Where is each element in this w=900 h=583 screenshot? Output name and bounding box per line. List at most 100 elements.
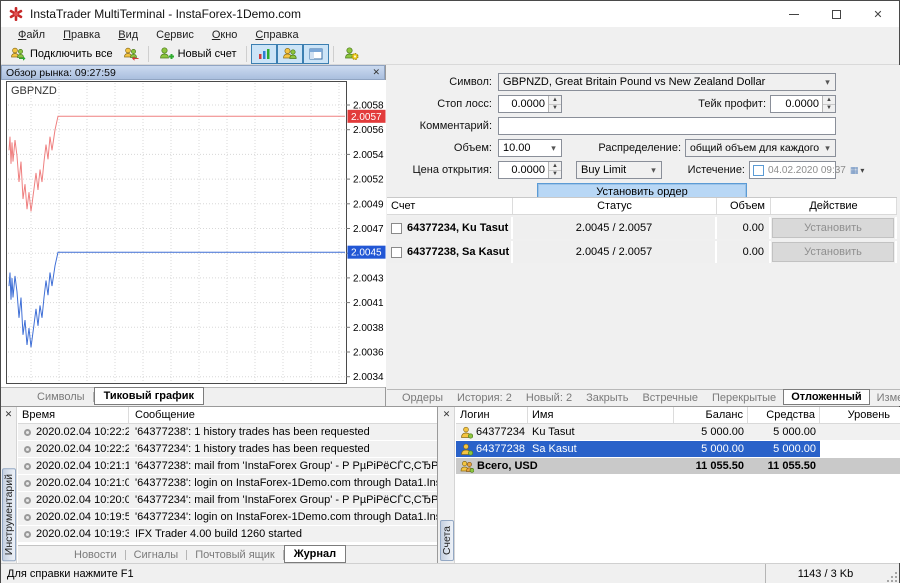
toolbox-vertical-tab[interactable]: Инструментарий	[2, 468, 16, 561]
journal-tab-3[interactable]: Почтовый ящик	[187, 548, 282, 562]
trade-tab-1[interactable]: Ордеры	[395, 391, 450, 405]
toolbox-close-icon[interactable]: ✕	[5, 409, 13, 420]
market-watch-tab-2[interactable]: Тиковый график	[94, 387, 204, 405]
accounts-close-icon[interactable]: ✕	[443, 409, 451, 420]
resize-grip[interactable]	[885, 564, 899, 583]
journal-bullet-icon	[18, 463, 36, 470]
menu-item-3[interactable]: Вид	[109, 29, 147, 41]
journal-message: '64377238': 1 history trades has been re…	[129, 426, 437, 438]
col-header-2: Имя	[528, 407, 674, 423]
journal-row[interactable]: 2020.02.04 10:21:0...'64377238': login o…	[18, 475, 437, 492]
expiry-datepicker[interactable]: 04.02.2020 09:37 ▦▾	[749, 161, 836, 179]
accounts-toggle[interactable]	[277, 44, 303, 64]
terminal-toggle[interactable]	[303, 44, 329, 64]
status-help-text: Для справки нажмите F1	[1, 568, 765, 580]
market-watch-tab-1[interactable]: Символы	[29, 390, 93, 404]
accounts-header: ЛогинИмяБалансСредстваУровень	[456, 407, 900, 424]
connect-all-label: Подключить все	[30, 48, 113, 60]
trade-tab-2[interactable]: История: 2	[450, 391, 519, 405]
journal-row[interactable]: 2020.02.04 10:21:1...'64377238': mail fr…	[18, 458, 437, 475]
journal-message: '64377234': mail from 'InstaForex Group'…	[129, 494, 437, 506]
menu-item-4[interactable]: Сервис	[147, 29, 203, 41]
trade-tab-6[interactable]: Перекрытые	[705, 391, 783, 405]
accounts-vertical-tab[interactable]: Счета	[440, 520, 454, 561]
journal-row[interactable]: 2020.02.04 10:20:0...'64377234': mail fr…	[18, 492, 437, 509]
journal-time: 2020.02.04 10:21:0...	[36, 477, 129, 489]
svg-text:2.0034: 2.0034	[353, 372, 384, 383]
journal-tab-2[interactable]: Сигналы	[126, 548, 187, 562]
volume-select[interactable]: 10.00 ▾	[498, 139, 562, 157]
order-type-value: Buy Limit	[577, 164, 646, 176]
calendar-icon[interactable]: ▦▾	[850, 165, 868, 176]
market-watch-toggle[interactable]	[251, 44, 277, 64]
market-watch-title: Обзор рынка: 09:27:59	[6, 67, 116, 79]
stop-loss-value: 0.0000	[499, 98, 548, 110]
account-row[interactable]: 64377238Sa Kasut5 000.005 000.00	[456, 441, 900, 458]
trade-tab-8[interactable]: Изменить	[870, 391, 900, 405]
account-checkbox[interactable]	[391, 223, 402, 234]
trade-tab-7[interactable]: Отложенный	[783, 389, 869, 405]
volume-label: Объем:	[387, 139, 492, 157]
set-order-button[interactable]: Установить	[772, 242, 894, 262]
menu-item-6[interactable]: Справка	[246, 29, 307, 41]
tick-chart[interactable]: 2.00582.00562.00542.00522.00492.00472.00…	[1, 80, 386, 387]
set-order-button[interactable]: Установить	[772, 218, 894, 238]
open-price-label: Цена открытия:	[387, 161, 492, 179]
bullet-icon	[24, 497, 31, 504]
order-table: СчетСтатусОбъемДействие64377234, Ku Tasu…	[387, 197, 897, 263]
svg-text:2.0043: 2.0043	[353, 273, 384, 284]
journal-row[interactable]: 2020.02.04 10:19:3...IFX Trader 4.00 bui…	[18, 526, 437, 543]
comment-input[interactable]	[498, 117, 836, 135]
minimize-button[interactable]	[773, 1, 815, 27]
total-level-cell	[820, 458, 900, 474]
people-connect-icon	[10, 46, 26, 62]
order-table-row[interactable]: 64377234, Ku Tasut2.0045 / 2.00570.00Уст…	[387, 217, 897, 239]
market-watch-close-icon[interactable]: ✕	[372, 67, 380, 78]
trade-tab-4[interactable]: Закрыть	[579, 391, 635, 405]
journal-row[interactable]: 2020.02.04 10:22:2...'64377238': 1 histo…	[18, 424, 437, 441]
symbol-label: Символ:	[387, 73, 492, 91]
journal-tab-1[interactable]: Новости	[66, 548, 125, 562]
spinner-arrows-icon[interactable]: ▲▼	[822, 96, 835, 112]
take-profit-input[interactable]: 0.0000 ▲▼	[770, 95, 836, 113]
journal-message: '64377238': mail from 'InstaForex Group'…	[129, 460, 437, 472]
journal-row[interactable]: 2020.02.04 10:22:2...'64377234': 1 histo…	[18, 441, 437, 458]
account-login-cell: 64377238	[456, 441, 528, 457]
close-button[interactable]: ✕	[857, 1, 899, 27]
connect-all-button[interactable]: Подключить все	[5, 44, 118, 64]
new-account-button[interactable]: Новый счет	[153, 44, 242, 64]
account-name: 64377234, Ku Tasut	[407, 222, 508, 234]
market-watch-tabs: СимволыТиковый график	[1, 387, 385, 406]
account-checkbox[interactable]	[391, 247, 402, 258]
journal-tab-4[interactable]: Журнал	[284, 545, 346, 563]
order-action-cell: Установить	[771, 241, 897, 263]
open-price-input[interactable]: 0.0000 ▲▼	[498, 161, 562, 179]
journal-row[interactable]: 2020.02.04 10:19:5...'64377234': login o…	[18, 509, 437, 526]
comment-label: Комментарий:	[387, 117, 492, 135]
status-traffic: 1143 / 3 Kb	[765, 564, 885, 583]
journal-bullet-icon	[18, 497, 36, 504]
account-settings-button[interactable]	[338, 44, 364, 64]
trade-tab-5[interactable]: Встречные	[635, 391, 705, 405]
disconnect-all-button[interactable]	[118, 44, 144, 64]
maximize-button[interactable]	[815, 1, 857, 27]
order-account-cell: 64377238, Sa Kasut	[387, 241, 513, 263]
trade-tab-3[interactable]: Новый: 2	[519, 391, 579, 405]
menu-item-2[interactable]: Правка	[54, 29, 109, 41]
spinner-arrows-icon[interactable]: ▲▼	[548, 162, 561, 178]
col-header-status: Статус	[513, 198, 717, 214]
stop-loss-input[interactable]: 0.0000 ▲▼	[498, 95, 562, 113]
symbol-select[interactable]: GBPNZD, Great Britain Pound vs New Zeala…	[498, 73, 836, 91]
menu-item-5[interactable]: Окно	[203, 29, 247, 41]
expiry-checkbox[interactable]	[753, 165, 764, 176]
order-table-row[interactable]: 64377238, Sa Kasut2.0045 / 2.00570.00Уст…	[387, 241, 897, 263]
spinner-arrows-icon[interactable]: ▲▼	[548, 96, 561, 112]
menu-item-1[interactable]: Файл	[9, 29, 54, 41]
journal-tabs: НовостиСигналыПочтовый ящикЖурнал	[18, 545, 437, 563]
person-gear-icon	[343, 46, 359, 62]
total-label: Всего, USD	[477, 460, 538, 472]
distribution-select[interactable]: общий объем для каждого ордера ▾	[685, 139, 836, 157]
order-volume-cell: 0.00	[717, 241, 771, 263]
order-type-select[interactable]: Buy Limit ▾	[576, 161, 662, 179]
account-row[interactable]: 64377234Ku Tasut5 000.005 000.00	[456, 424, 900, 441]
